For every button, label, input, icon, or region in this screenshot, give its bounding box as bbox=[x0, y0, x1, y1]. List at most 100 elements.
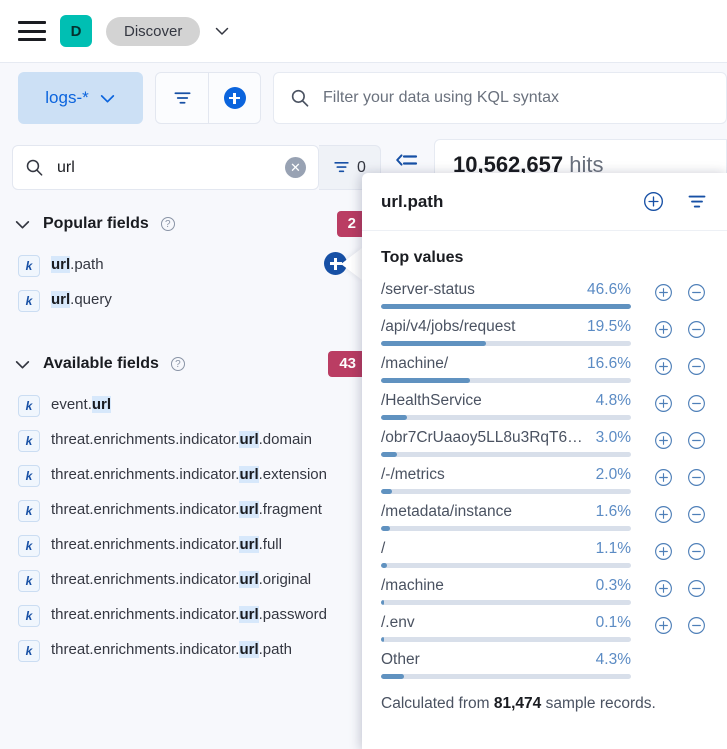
filter-out-value-button[interactable] bbox=[686, 319, 707, 340]
data-view-selector[interactable]: logs-* bbox=[18, 72, 143, 124]
plus-in-circle-icon bbox=[655, 506, 672, 523]
add-field-to-table-button[interactable] bbox=[642, 190, 665, 213]
popover-actions bbox=[642, 190, 707, 213]
kql-placeholder-text: Filter your data using KQL syntax bbox=[323, 89, 559, 106]
clear-icon[interactable]: ✕ bbox=[285, 157, 306, 178]
top-value-label: /server-status bbox=[381, 281, 475, 298]
top-value-label: /HealthService bbox=[381, 392, 482, 409]
top-value-row: /machine/16.6% bbox=[381, 355, 707, 383]
add-filter-button[interactable] bbox=[208, 73, 260, 123]
query-bar: logs-* Filter your data using KQL syntax bbox=[0, 63, 727, 133]
filter-out-value-button[interactable] bbox=[686, 430, 707, 451]
top-value-row: /metadata/instance 1.6% bbox=[381, 503, 707, 531]
question-mark-icon[interactable]: ? bbox=[160, 217, 175, 231]
filter-options-button[interactable] bbox=[156, 73, 208, 123]
avatar[interactable]: D bbox=[60, 15, 92, 47]
section-title: Available fields bbox=[43, 355, 159, 372]
field-list-item[interactable]: k threat.enrichments.indicator.url.extens… bbox=[0, 458, 381, 493]
field-filter-icon[interactable] bbox=[687, 192, 707, 212]
top-value-bar-fill bbox=[381, 637, 384, 642]
field-type-badge: k bbox=[18, 640, 40, 662]
filter-out-value-button[interactable] bbox=[686, 467, 707, 488]
question-mark-icon[interactable]: ? bbox=[170, 357, 185, 371]
top-value-row: /api/v4/jobs/request 19.5% bbox=[381, 318, 707, 346]
section-title: Popular fields bbox=[43, 215, 149, 232]
field-name: threat.enrichments.indicator.url.fragmen… bbox=[51, 501, 322, 518]
field-list-item[interactable]: k threat.enrichments.indicator.url.passwo… bbox=[0, 598, 381, 633]
top-value-row: /server-status 46.6% bbox=[381, 281, 707, 309]
filter-button-group bbox=[155, 72, 261, 124]
filter-icon bbox=[173, 91, 191, 104]
top-value-bar-fill bbox=[381, 452, 398, 457]
field-search-input[interactable]: url ✕ bbox=[12, 145, 319, 190]
top-value-row: Other 4.3% bbox=[381, 651, 707, 679]
filter-for-value-button[interactable] bbox=[653, 504, 674, 525]
top-value-bar-fill bbox=[381, 526, 390, 531]
filter-for-value-button[interactable] bbox=[653, 541, 674, 562]
filter-out-value-button[interactable] bbox=[686, 615, 707, 636]
field-list-item[interactable]: k threat.enrichments.indicator.url.full bbox=[0, 528, 381, 563]
field-list-item[interactable]: k threat.enrichments.indicator.url.path bbox=[0, 633, 381, 668]
filter-for-value-button[interactable] bbox=[653, 282, 674, 303]
plus-circle-filled-icon bbox=[223, 87, 246, 109]
field-list-item[interactable]: k url.path bbox=[0, 248, 381, 283]
field-type-badge: k bbox=[18, 500, 40, 522]
minus-in-circle-icon bbox=[688, 395, 705, 412]
filter-out-value-button[interactable] bbox=[686, 356, 707, 377]
field-list-item[interactable]: k threat.enrichments.indicator.url.origin… bbox=[0, 563, 381, 598]
top-value-bar-fill bbox=[381, 674, 405, 679]
search-icon bbox=[291, 89, 309, 107]
field-search-value: url bbox=[57, 158, 75, 176]
field-name: threat.enrichments.indicator.url.extensi… bbox=[51, 466, 327, 483]
filter-for-value-button[interactable] bbox=[653, 356, 674, 377]
field-list-item[interactable]: k threat.enrichments.indicator.url.fragme… bbox=[0, 493, 381, 528]
top-value-label: /obr7CrUaaoy5LL8u3RqT6gL… bbox=[381, 429, 596, 446]
popover-arrow bbox=[341, 248, 362, 280]
chevron-down-icon[interactable] bbox=[214, 23, 230, 39]
minus-in-circle-icon bbox=[688, 321, 705, 338]
plus-in-circle-icon bbox=[655, 395, 672, 412]
field-list-item[interactable]: k event.url bbox=[0, 388, 381, 423]
filter-icon bbox=[334, 162, 349, 173]
top-value-percent: 16.6% bbox=[587, 355, 631, 372]
top-value-percent: 19.5% bbox=[587, 318, 631, 335]
filter-for-value-button[interactable] bbox=[653, 393, 674, 414]
field-name: threat.enrichments.indicator.url.path bbox=[51, 641, 292, 658]
minus-in-circle-icon bbox=[688, 284, 705, 301]
filter-out-value-button[interactable] bbox=[686, 504, 707, 525]
top-value-row: /HealthService 4.8% bbox=[381, 392, 707, 420]
filter-out-value-button[interactable] bbox=[686, 393, 707, 414]
top-value-bar-track bbox=[381, 304, 631, 309]
top-value-percent: 2.0% bbox=[595, 466, 631, 483]
filter-for-value-button[interactable] bbox=[653, 578, 674, 599]
filter-out-value-button[interactable] bbox=[686, 282, 707, 303]
top-value-percent: 0.3% bbox=[595, 577, 631, 594]
top-value-percent: 3.0% bbox=[595, 429, 631, 446]
filter-for-value-button[interactable] bbox=[653, 319, 674, 340]
top-value-bar-track bbox=[381, 674, 631, 679]
chevron-down-icon bbox=[15, 220, 30, 229]
plus-in-circle-icon bbox=[655, 580, 672, 597]
section-header-popular-fields[interactable]: Popular fields ? 2 bbox=[0, 200, 381, 248]
field-type-badge: k bbox=[18, 430, 40, 452]
hamburger-menu-icon[interactable] bbox=[18, 21, 46, 41]
field-name: url.path bbox=[51, 256, 104, 273]
filter-for-value-button[interactable] bbox=[653, 430, 674, 451]
top-value-row: /.env 0.1% bbox=[381, 614, 707, 642]
filter-for-value-button[interactable] bbox=[653, 467, 674, 488]
top-value-actions bbox=[653, 615, 707, 636]
field-list-item[interactable]: k url.query bbox=[0, 283, 381, 318]
filter-out-value-button[interactable] bbox=[686, 541, 707, 562]
field-list-item[interactable]: k threat.enrichments.indicator.url.domain bbox=[0, 423, 381, 458]
section-header-available-fields[interactable]: Available fields ? 43 bbox=[0, 340, 381, 388]
minus-in-circle-icon bbox=[688, 432, 705, 449]
plus-in-circle-icon bbox=[655, 543, 672, 560]
filter-out-value-button[interactable] bbox=[686, 578, 707, 599]
plus-in-circle-icon bbox=[655, 432, 672, 449]
app-name-badge[interactable]: Discover bbox=[106, 16, 201, 46]
filter-for-value-button[interactable] bbox=[653, 615, 674, 636]
kql-query-input[interactable]: Filter your data using KQL syntax bbox=[273, 72, 727, 124]
field-list-sidebar: url ✕ 0 Popular fields ? 2 k url.path k … bbox=[0, 133, 381, 749]
top-value-row: /machine 0.3% bbox=[381, 577, 707, 605]
chevron-down-icon bbox=[100, 94, 114, 103]
